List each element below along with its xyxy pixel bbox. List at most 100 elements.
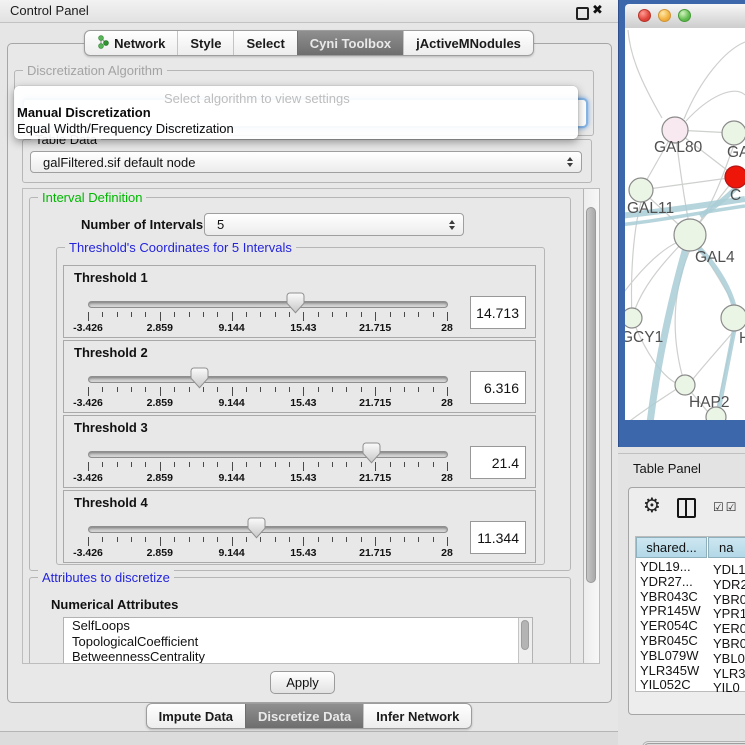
slider-tick <box>189 462 190 467</box>
slider-tick <box>232 312 233 321</box>
tab-impute-data[interactable]: Impute Data <box>147 704 245 728</box>
table-row[interactable]: YIL052CYIL0 <box>636 677 745 692</box>
cyni-bottom-tabbar: Impute DataDiscretize DataInfer Network <box>0 703 618 729</box>
dropdown-option-equal-width-frequency[interactable]: Equal Width/Frequency Discretization <box>17 121 234 136</box>
slider-tick <box>318 312 319 317</box>
threshold-label: Threshold 4 <box>74 495 148 510</box>
split-view-icon[interactable] <box>677 498 696 518</box>
slider-track[interactable] <box>88 526 448 533</box>
network-node-h[interactable] <box>721 305 745 331</box>
slider-tick <box>102 387 103 392</box>
table-row[interactable]: YPR145WYPR1 <box>636 603 745 618</box>
network-window-titlebar[interactable] <box>625 4 745 29</box>
float-window-icon[interactable] <box>576 7 589 20</box>
threshold-label: Threshold 2 <box>74 345 148 360</box>
slider-track[interactable] <box>88 301 448 308</box>
slider-tick <box>346 387 347 392</box>
table-row[interactable]: YDR27...YDR2 <box>636 574 745 589</box>
network-node-c[interactable] <box>725 166 745 188</box>
tab-discretize-data[interactable]: Discretize Data <box>245 704 363 728</box>
slider-tick <box>145 312 146 317</box>
list-item[interactable]: SelfLoops <box>64 618 532 634</box>
slider-handle[interactable] <box>190 367 209 389</box>
group-title: Interval Definition <box>38 190 146 205</box>
node-table: shared... na YDL19...YDL1YDR27...YDR2YBR… <box>635 536 745 692</box>
main-scrollbar-thumb[interactable] <box>586 207 596 583</box>
apply-button[interactable]: Apply <box>270 671 335 694</box>
tab-jactivemnodules[interactable]: jActiveMNodules <box>403 31 533 55</box>
tab-cyni-toolbox[interactable]: Cyni Toolbox <box>297 31 403 55</box>
tab-infer-network[interactable]: Infer Network <box>363 704 471 728</box>
slider-tick <box>418 387 419 392</box>
column-header-shared-name[interactable]: shared... <box>636 537 707 558</box>
close-button[interactable] <box>638 9 651 22</box>
slider-tick <box>275 312 276 317</box>
slider-tick <box>203 462 204 467</box>
table-data-combobox[interactable]: galFiltered.sif default node <box>30 151 582 173</box>
slider-tick-label: 2.859 <box>147 547 173 559</box>
network-node-gal11[interactable] <box>629 178 653 202</box>
network-edge <box>631 202 641 318</box>
network-node-hap2[interactable] <box>675 375 695 395</box>
slider-tick <box>88 312 89 321</box>
node-label: GA <box>727 144 745 161</box>
slider-tick-label: 2.859 <box>147 472 173 484</box>
slider-tick-label: 21.715 <box>359 397 391 409</box>
node-label: GAL80 <box>654 139 703 156</box>
table-row[interactable]: YBR043CYBR0 <box>636 589 745 604</box>
tab-select[interactable]: Select <box>233 31 296 55</box>
table-row[interactable]: YDL19...YDL1 <box>636 559 745 574</box>
slider-track[interactable] <box>88 451 448 458</box>
table-row[interactable]: YLR345WYLR3 <box>636 663 745 678</box>
slider-tick-label: 21.715 <box>359 547 391 559</box>
table-row[interactable]: YBR045CYBR0 <box>636 633 745 648</box>
slider-tick-label: 2.859 <box>147 322 173 334</box>
table-row[interactable]: YBL079WYBL0 <box>636 648 745 663</box>
slider-tick <box>174 537 175 542</box>
slider-tick <box>174 312 175 317</box>
tab-network[interactable]: Network <box>85 31 177 55</box>
numerical-attributes-list[interactable]: SelfLoopsTopologicalCoefficientBetweenne… <box>63 617 533 664</box>
network-node-ga[interactable] <box>722 121 745 145</box>
slider-tick <box>88 537 89 546</box>
cell-shared-name: YBR043C <box>636 589 709 604</box>
dropdown-option-manual-discretization[interactable]: Manual Discretization <box>17 105 151 120</box>
close-icon[interactable]: ✖ <box>592 2 603 18</box>
network-edge <box>628 30 662 118</box>
list-item[interactable]: BetweennessCentrality <box>64 649 532 664</box>
tab-style[interactable]: Style <box>177 31 233 55</box>
list-scrollbar[interactable] <box>518 618 532 664</box>
table-panel-separator <box>618 453 745 454</box>
zoom-button[interactable] <box>678 9 691 22</box>
network-node-gcy1[interactable] <box>625 308 642 328</box>
slider-tick <box>217 462 218 467</box>
dropdown-prompt: Select algorithm to view settings <box>164 91 350 106</box>
slider-tick-label: 9.144 <box>218 547 244 559</box>
slider-tick <box>102 537 103 542</box>
control-panel-tabbar: NetworkStyleSelectCyni ToolboxjActiveMNo… <box>0 30 618 56</box>
list-scrollbar-thumb[interactable] <box>521 620 529 650</box>
main-scrollbar[interactable] <box>583 189 599 663</box>
threshold-value-input[interactable]: 21.4 <box>470 446 526 479</box>
slider-handle[interactable] <box>247 517 266 539</box>
slider-handle[interactable] <box>362 442 381 464</box>
number-of-intervals-value: 5 <box>217 217 224 232</box>
minimize-button[interactable] <box>658 9 671 22</box>
number-of-intervals-combobox[interactable]: 5 <box>204 213 464 236</box>
list-item[interactable]: TopologicalCoefficient <box>64 634 532 650</box>
slider-tick <box>131 312 132 317</box>
table-hscrollbar[interactable] <box>642 741 745 745</box>
threshold-value-input[interactable]: 6.316 <box>470 371 526 404</box>
column-header-name[interactable]: na <box>708 537 745 558</box>
slider-tick <box>303 537 304 546</box>
slider-track[interactable] <box>88 376 448 383</box>
stepper-arrows-icon <box>449 220 455 230</box>
table-row[interactable]: YER054CYER0 <box>636 618 745 633</box>
network-node-gal4[interactable] <box>674 219 706 251</box>
threshold-value-input[interactable]: 11.344 <box>470 521 526 554</box>
select-columns-icon[interactable]: ☑☑ <box>713 500 739 514</box>
network-canvas[interactable]: GAL80GACGAL11GAL4GCY1HHAP2 <box>625 28 745 420</box>
gear-icon[interactable]: ⚙ <box>643 494 661 518</box>
threshold-value-input[interactable]: 14.713 <box>470 296 526 329</box>
slider-handle[interactable] <box>286 292 305 314</box>
